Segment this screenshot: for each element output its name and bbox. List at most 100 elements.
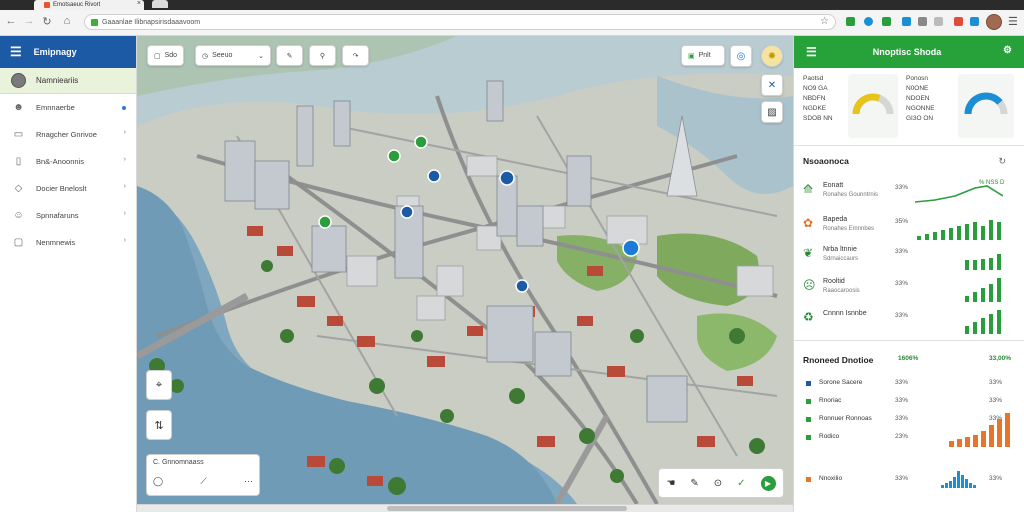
forward-icon[interactable]: → [22, 15, 36, 27]
scrollbar-thumb[interactable] [387, 506, 627, 511]
measure-tool-button[interactable]: ⚲ [309, 45, 336, 66]
legend-actions: ◯ ⟋ ⋯ [153, 476, 253, 487]
tab-title: Emotsaeuc Rivort [53, 2, 101, 8]
check-icon[interactable]: ✓ [737, 478, 745, 489]
print-button[interactable]: ▣ Pnlt [681, 45, 725, 66]
summary-pct2: 33% [989, 397, 1003, 404]
target-button[interactable]: ◎ [730, 45, 752, 67]
browser-tabstrip: Emotsaeuc Rivort × [0, 0, 1024, 10]
metric-row[interactable]: ✿ Bapeda Ronahes Emnnbes 35% [803, 212, 1015, 242]
gauge-line: NO9 GA [803, 85, 828, 92]
go-button[interactable]: ▶ [760, 475, 776, 491]
bar-sparkline [965, 278, 1001, 302]
back-icon[interactable]: ← [4, 15, 18, 27]
summary-col2: 1606% [898, 355, 919, 362]
extension-icon[interactable] [970, 17, 979, 26]
lightbulb-button[interactable]: ✹ [761, 45, 783, 67]
gauge-label: Paotsd [803, 75, 824, 82]
panel-menu-icon[interactable]: ☰ [806, 45, 817, 59]
hand-icon[interactable]: ☚ [666, 478, 675, 489]
fullscreen-button[interactable]: ✕ [761, 74, 783, 96]
close-tab-icon[interactable]: × [137, 0, 141, 7]
pin-icon[interactable]: ⊙ [714, 478, 722, 489]
map-view-dropdown[interactable]: ◷ Seeuo ⌄ [195, 45, 271, 66]
map-scrollbar[interactable] [137, 504, 793, 512]
sidebar-item-6[interactable]: ▢ Nenmnewis › [0, 229, 136, 256]
sidebar-item-label: Nenmnewis [36, 238, 76, 247]
image-layer-button[interactable]: ▨ [761, 101, 783, 123]
map-layer-label: Sdo [164, 52, 178, 59]
metric-label: Bapeda [823, 216, 848, 223]
address-bar[interactable]: Gaaanlae Ilibnapsirisdaaavoom ☆ [84, 14, 836, 30]
extension-icon[interactable] [934, 17, 943, 26]
sidebar-item-1[interactable]: ☻ Emnnaerbe [0, 94, 136, 121]
document-icon: ▯ [15, 156, 22, 167]
summary-pct2: 33% [989, 475, 1003, 482]
summary-title: Rnoneed Dnotioe [803, 355, 874, 365]
metric-row[interactable]: ❦ Nrba ltnnie Sdrnaiccaurs 33% [803, 242, 1015, 272]
metric-pct: 35% [895, 218, 909, 225]
summary-pct2: 33% [989, 379, 1003, 386]
home-icon[interactable]: ⌂ [60, 15, 74, 27]
summary-label: Sorone Sacere [819, 379, 863, 386]
more-icon[interactable]: ⋯ [244, 476, 253, 487]
ruler-icon: ⚲ [319, 52, 326, 60]
browser-tab[interactable]: Emotsaeuc Rivort × [34, 0, 144, 10]
map-layer-button[interactable]: ▢ Sdo [147, 45, 185, 66]
metric-row[interactable]: ♻ Cnnnn Isnnbe 33% [803, 306, 1015, 336]
extension-icon[interactable] [846, 17, 855, 26]
gauge-text-2: Ponosn N0ONE NDOEN NGONNE GI3O ON [906, 74, 958, 138]
edit-icon[interactable]: ✎ [690, 478, 698, 489]
sidebar-item-3[interactable]: ▯ Bn&-Anoonnis › [0, 148, 136, 175]
new-tab-button[interactable] [152, 0, 168, 8]
extension-icon[interactable] [882, 17, 891, 26]
bookmark-star-icon[interactable]: ☆ [820, 16, 829, 27]
reload-icon[interactable]: ↻ [40, 15, 54, 28]
metric-row[interactable]: ⟰ Eonatt Ronahes Gounntrnis 33% % NSS D [803, 178, 1015, 208]
summary-row[interactable]: Sorone Sacere 33% 33% [803, 377, 1015, 395]
sidebar-user[interactable]: Namnieariis [0, 68, 136, 94]
summary-row[interactable]: Nnoxilio 33% 33% [803, 471, 1015, 491]
metric-row[interactable]: ☹ Rooltid Raaocaroosis 33% [803, 274, 1015, 304]
extension-icon[interactable] [864, 17, 873, 26]
legend-swatch [806, 477, 811, 482]
refresh-icon[interactable]: ↻ [998, 156, 1006, 167]
orange-bar-chart [949, 413, 1010, 447]
sidebar-item-2[interactable]: ▭ Rnagcher Gnrivoe › [0, 121, 136, 148]
metric-label: Eonatt [823, 182, 844, 189]
map-canvas[interactable] [137, 36, 793, 504]
extension-icon[interactable] [918, 17, 927, 26]
legend-swatch [806, 381, 811, 386]
sidebar-header: ☰ Emipnagy [0, 36, 136, 68]
analytics-panel: ☰ Nnoptisc Shoda ⚙ Paotsd NO9 GA NBDFN N… [793, 36, 1024, 512]
browser-menu-icon[interactable]: ☰ [1008, 15, 1018, 28]
target-icon: ◎ [736, 50, 746, 62]
extension-icon[interactable] [954, 17, 963, 26]
edit-icon[interactable]: ⟋ [200, 476, 206, 487]
summary-row[interactable]: Rodico 23% [803, 413, 1015, 449]
zoom-control[interactable]: ⇅ [146, 410, 172, 440]
divider [794, 340, 1024, 341]
draw-tool-button[interactable]: ✎ [276, 45, 303, 66]
section-title: Nsoaonoca [803, 156, 849, 166]
city-map-view[interactable]: ▢ Sdo ◷ Seeuo ⌄ ✎ ⚲ ↷ ▣ Pnlt ◎ ✹ ✕ ▨ ⌖ ⇅… [137, 36, 793, 504]
info-icon[interactable]: ◯ [153, 476, 163, 487]
leaf-icon: ❦ [803, 246, 814, 260]
sidebar-item-label: Spnnafaruns [36, 211, 79, 220]
summary-label: Rodico [819, 433, 840, 440]
hamburger-menu-icon[interactable]: ☰ [10, 44, 22, 60]
square-icon: ▢ [154, 52, 161, 60]
extension-icon[interactable] [902, 17, 911, 26]
left-sidebar: ☰ Emipnagy Namnieariis ☻ Emnnaerbe ▭ Rna… [0, 36, 137, 512]
location-button[interactable]: ⌖ [146, 370, 172, 400]
chevron-down-icon: ⌄ [258, 52, 264, 60]
redo-button[interactable]: ↷ [342, 45, 369, 66]
sidebar-item-label: Emnnaerbe [36, 103, 75, 112]
metric-sub: Sdrnaiccaurs [823, 256, 859, 262]
tag-icon: ◇ [14, 183, 23, 194]
sidebar-item-5[interactable]: ☺ Spnnafaruns › [0, 202, 136, 229]
sidebar-item-4[interactable]: ◇ Docier Bneloslt › [0, 175, 136, 202]
profile-avatar[interactable] [986, 14, 1002, 30]
image-icon: ▨ [767, 106, 777, 118]
account-icon[interactable]: ⚙ [1003, 45, 1012, 56]
